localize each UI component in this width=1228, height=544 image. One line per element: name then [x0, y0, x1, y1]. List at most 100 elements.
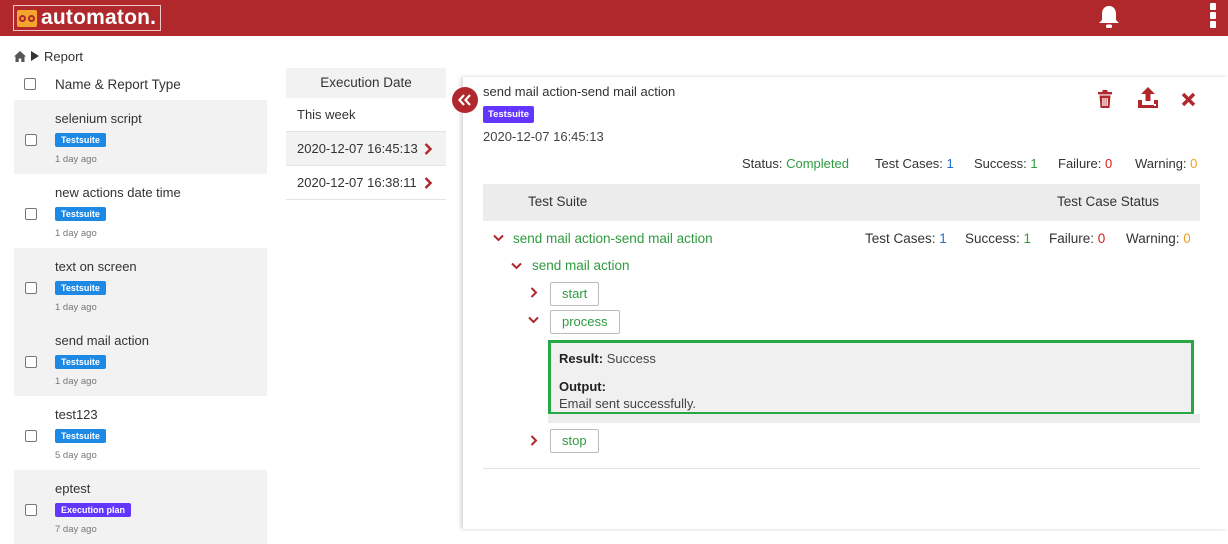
- report-time: 5 day ago: [55, 450, 97, 461]
- report-name: text on screen: [55, 259, 137, 274]
- row-checkbox[interactable]: [25, 356, 37, 368]
- suite-failure-value: 0: [1097, 231, 1106, 246]
- list-item[interactable]: test123 Testsuite 5 day ago: [14, 396, 267, 470]
- suite-test-cases-label: Test Cases:: [865, 231, 936, 246]
- upload-icon[interactable]: [1138, 87, 1160, 109]
- divider: [483, 468, 1200, 469]
- suite-test-cases: Test Cases: 1: [865, 231, 947, 246]
- col-test-case-status: Test Case Status: [1057, 194, 1160, 209]
- detail-date: 2020-12-07 16:45:13: [483, 129, 604, 144]
- list-item[interactable]: eptest Execution plan 7 day ago: [14, 470, 267, 544]
- row-checkbox[interactable]: [25, 282, 37, 294]
- report-detail-panel: send mail action-send mail action Testsu…: [463, 77, 1228, 529]
- bell-icon[interactable]: [1097, 4, 1121, 30]
- output-label: Output:: [559, 379, 606, 394]
- report-name: eptest: [55, 481, 91, 496]
- report-list-header: Name & Report Type: [14, 68, 267, 100]
- list-header-label: Name & Report Type: [55, 76, 181, 92]
- kebab-menu-icon[interactable]: [1208, 3, 1218, 33]
- report-type-badge: Testsuite: [55, 207, 106, 221]
- breadcrumb-separator-icon: [31, 51, 39, 61]
- app-logo[interactable]: automaton.: [13, 5, 162, 31]
- failure-value: 0: [1104, 156, 1113, 171]
- results-table-header: Test Suite Test Case Status: [483, 184, 1200, 221]
- step-stop[interactable]: stop: [550, 429, 599, 453]
- suite-test-cases-value: 1: [939, 231, 947, 246]
- trash-icon[interactable]: [1097, 90, 1113, 108]
- detail-title: send mail action-send mail action: [483, 84, 676, 99]
- report-time: 1 day ago: [55, 228, 97, 239]
- success-summary: Success: 1: [974, 156, 1038, 171]
- list-item-selected[interactable]: send mail action Testsuite 1 day ago: [14, 322, 267, 396]
- step-start[interactable]: start: [550, 282, 600, 306]
- suite-name: send mail action-send mail action: [513, 231, 713, 246]
- suite-success: Success: 1: [965, 231, 1031, 246]
- output-value: Email sent successfully.: [559, 396, 697, 411]
- execution-row[interactable]: 2020-12-07 16:38:11: [286, 166, 446, 200]
- chevron-right-icon: [424, 143, 432, 155]
- test-cases-value: 1: [946, 156, 954, 171]
- report-name: test123: [55, 407, 98, 422]
- warning-summary: Warning: 0: [1135, 156, 1197, 171]
- suite-success-label: Success:: [965, 231, 1020, 246]
- report-type-badge: Testsuite: [55, 355, 106, 369]
- suite-failure-label: Failure:: [1049, 231, 1095, 246]
- row-checkbox[interactable]: [25, 430, 37, 442]
- detail-type-badge: Testsuite: [483, 106, 535, 123]
- step-result-box: Result: Success Output: Email sent succe…: [548, 340, 1194, 415]
- report-list: Name & Report Type selenium script Tests…: [14, 68, 267, 544]
- warning-label: Warning:: [1135, 156, 1187, 171]
- report-type-badge: Execution plan: [55, 503, 132, 517]
- testcase-name[interactable]: send mail action: [532, 258, 630, 273]
- logo-icon: [17, 9, 37, 27]
- report-type-badge: Testsuite: [55, 281, 106, 295]
- select-all-checkbox[interactable]: [24, 78, 36, 90]
- report-type-badge: Testsuite: [55, 133, 106, 147]
- result-line: Result: Success: [559, 351, 656, 366]
- chevron-right-icon[interactable]: [530, 287, 538, 298]
- result-row-background: [548, 414, 1200, 423]
- collapse-double-chevron-icon: [458, 94, 471, 106]
- chevron-down-icon: [493, 234, 504, 242]
- suite-failure: Failure: 0: [1049, 231, 1105, 246]
- suite-warning-label: Warning:: [1126, 231, 1180, 246]
- chevron-down-icon[interactable]: [511, 262, 522, 270]
- failure-summary: Failure: 0: [1058, 156, 1112, 171]
- execution-row[interactable]: 2020-12-07 16:45:13: [286, 132, 446, 166]
- row-checkbox[interactable]: [25, 134, 37, 146]
- row-checkbox[interactable]: [25, 208, 37, 220]
- chevron-right-icon[interactable]: [530, 435, 538, 446]
- status-summary: Status: Completed: [742, 156, 849, 171]
- test-cases-label: Test Cases:: [875, 156, 943, 171]
- output-label-line: Output:: [559, 379, 606, 394]
- chevron-down-icon[interactable]: [528, 316, 539, 324]
- report-name: send mail action: [55, 333, 149, 348]
- list-item[interactable]: new actions date time Testsuite 1 day ag…: [14, 174, 267, 248]
- execution-date: 2020-12-07 16:45:13: [297, 141, 418, 156]
- suite-success-value: 1: [1023, 231, 1032, 246]
- breadcrumb: Report: [14, 47, 83, 65]
- status-label: Status:: [742, 156, 783, 171]
- execution-group-text: This week: [297, 107, 356, 122]
- execution-date: 2020-12-07 16:38:11: [297, 175, 417, 190]
- app-name: automaton.: [41, 6, 157, 29]
- list-item[interactable]: selenium script Testsuite 1 day ago: [14, 100, 267, 174]
- close-icon[interactable]: [1181, 92, 1196, 107]
- execution-group-label: This week: [286, 98, 446, 132]
- result-value: Success: [606, 351, 656, 366]
- breadcrumb-current: Report: [44, 48, 84, 64]
- suite-row[interactable]: send mail action-send mail action Test C…: [483, 229, 1200, 251]
- home-icon[interactable]: [14, 50, 26, 62]
- success-label: Success:: [974, 156, 1027, 171]
- report-name: new actions date time: [55, 185, 181, 200]
- col-test-suite: Test Suite: [528, 194, 588, 209]
- list-item[interactable]: text on screen Testsuite 1 day ago: [14, 248, 267, 322]
- report-time: 1 day ago: [55, 302, 97, 313]
- step-process[interactable]: process: [550, 310, 620, 334]
- row-checkbox[interactable]: [25, 504, 37, 516]
- collapse-panel-button[interactable]: [452, 87, 478, 113]
- report-time: 1 day ago: [55, 154, 97, 165]
- top-bar: automaton.: [0, 0, 1228, 36]
- result-label: Result:: [559, 351, 604, 366]
- test-cases-summary: Test Cases: 1: [875, 156, 954, 171]
